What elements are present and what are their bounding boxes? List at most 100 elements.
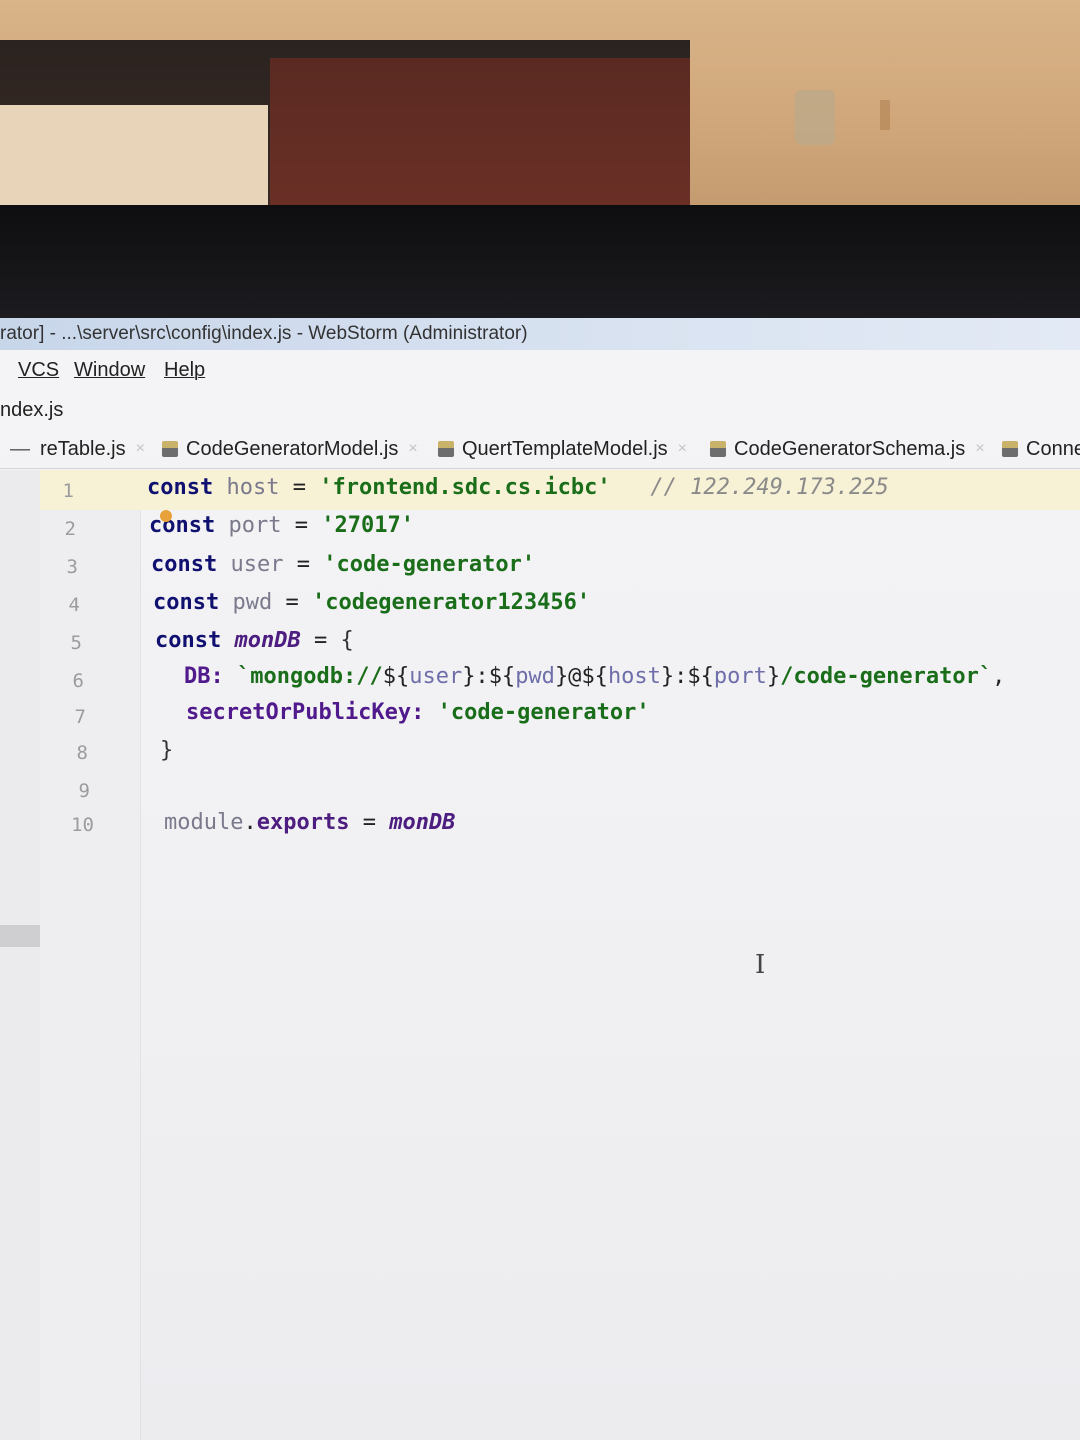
monitor-bezel [0,205,1080,320]
code-line-6[interactable]: DB: `mongodb://${user}:${pwd}@${host}:${… [184,664,1005,689]
breakpoint-icon[interactable] [160,510,172,522]
operator: = [292,475,306,500]
tab-conne[interactable]: Conne [1002,430,1080,468]
keyword: const [147,475,214,500]
operator: = [296,552,310,577]
wall-outlet [795,90,835,145]
line-number: 9 [78,780,90,802]
code-line-2[interactable]: const port = '27017' [149,513,414,538]
template-var: host [607,664,661,689]
template-var: port [713,664,767,689]
tab-querttemplatemodel[interactable]: QuertTemplateModel.js × [438,430,687,468]
keyword: const [155,628,222,653]
identifier: port [228,513,282,538]
text-cursor-icon: I [755,950,766,980]
keyword: const [149,513,216,538]
tab-label: Conne [1026,438,1080,460]
menu-item-help[interactable]: Help [164,352,205,388]
code-line-1[interactable]: const host = 'frontend.sdc.cs.icbc' // 1… [147,475,889,500]
line-number: 5 [70,632,82,654]
line-number: 4 [68,594,80,616]
operator: = [362,810,376,835]
menu-item-vcs[interactable]: VCS [18,352,59,388]
line-number: 7 [74,706,86,728]
tab-label: CodeGeneratorSchema.js [734,438,966,460]
tab-retable[interactable]: reTable.js × [40,430,145,468]
tab-label: QuertTemplateModel.js [462,438,668,460]
js-file-icon [710,441,726,457]
line-number: 8 [76,742,88,764]
identifier: monDB [389,810,456,835]
background-room-photo [0,0,1080,215]
js-file-icon [162,441,178,457]
window-title: rator] - ...\server\src\config\index.js … [0,323,528,344]
menu-item-window[interactable]: Window [74,352,145,388]
string-literal: 'code-generator' [323,552,536,577]
code-line-7[interactable]: secretOrPublicKey: 'code-generator' [186,700,650,725]
code-line-10[interactable]: module.exports = monDB [164,810,455,835]
js-file-icon [1002,441,1018,457]
close-icon[interactable]: × [136,430,145,468]
property: exports [256,810,350,835]
template-delim: ${ [488,664,516,689]
window-title-bar: rator] - ...\server\src\config\index.js … [0,318,1080,350]
identifier: module [164,810,244,835]
template-delim: ${ [382,664,410,689]
tab-codegeneratormodel[interactable]: CodeGeneratorModel.js × [162,430,418,468]
code-line-3[interactable]: const user = 'code-generator' [151,552,535,577]
property-key: DB: [184,664,224,689]
operator: = [294,513,308,538]
line-number: 6 [72,670,84,692]
line-number: 3 [66,556,78,578]
close-icon[interactable]: × [408,430,417,468]
wall-fixture [880,100,890,130]
line-number: 1 [62,480,74,502]
keyword: const [151,552,218,577]
wall-picture-canvas [270,58,690,215]
tab-label: CodeGeneratorModel.js [186,438,399,460]
template-delim: ${ [687,664,714,689]
close-icon[interactable]: × [975,430,984,468]
comma: , [992,664,1006,689]
brace: } [160,738,174,763]
string-literal: 'codegenerator123456' [311,590,591,615]
tab-codegeneratorschema[interactable]: CodeGeneratorSchema.js × [710,430,985,468]
identifier: user [230,552,284,577]
line-number: 2 [64,518,76,540]
close-icon[interactable]: × [678,430,687,468]
template-delim: } [766,664,781,689]
code-line-5[interactable]: const monDB = { [155,628,354,653]
template-var: user [409,664,463,689]
identifier: host [226,475,280,500]
operator: = [285,590,299,615]
identifier: pwd [232,590,273,615]
template-literal: `mongodb:// [237,664,383,689]
template-delim: }: [462,664,489,689]
template-var: pwd [515,664,555,689]
navigation-bar: ndex.js [0,392,63,428]
editor-tab-strip: — reTable.js × CodeGeneratorModel.js × Q… [0,430,1080,469]
webstorm-window: rator] - ...\server\src\config\index.js … [0,318,1080,1440]
brace: { [340,628,354,653]
string-literal: 'code-generator' [437,700,650,725]
keyword: const [153,590,220,615]
template-delim: }@ [554,664,582,689]
tab-label: reTable.js [40,438,126,460]
property-key: secretOrPublicKey: [186,700,425,725]
template-delim: ${ [581,664,608,689]
tool-window-strip [0,470,72,1440]
template-delim: }: [660,664,688,689]
breadcrumb-file[interactable]: ndex.js [0,399,63,421]
string-literal: '27017' [321,513,414,538]
identifier: monDB [234,628,301,653]
template-literal: /code-generator` [780,664,993,689]
line-number: 10 [71,814,94,836]
menu-bar: VCS Window Help [0,352,1080,388]
wall-picture-mat [0,105,268,215]
code-line-4[interactable]: const pwd = 'codegenerator123456' [153,590,590,615]
code-line-8[interactable]: } [160,738,173,763]
comment: // 122.249.173.225 [650,475,889,500]
js-file-icon [438,441,454,457]
collapse-icon[interactable]: — [10,430,30,468]
operator: = [313,628,328,653]
